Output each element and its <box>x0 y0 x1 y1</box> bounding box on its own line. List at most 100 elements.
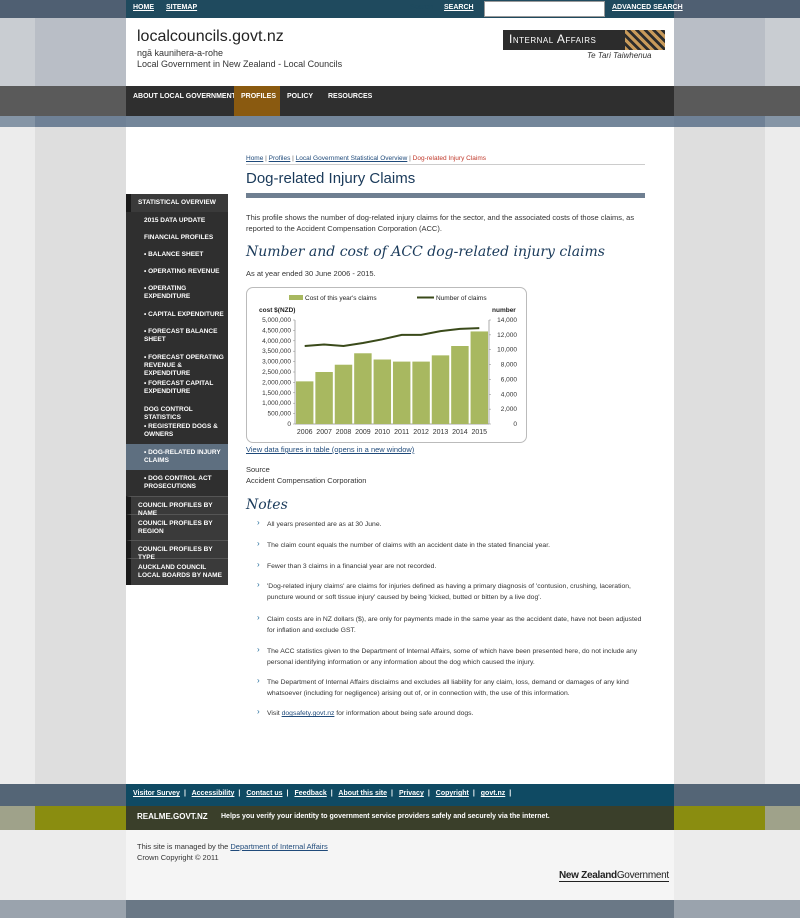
search-button[interactable]: SEARCH <box>444 4 474 11</box>
sidebar-item-profiles-by-type[interactable]: COUNCIL PROFILES BY TYPE <box>126 540 228 561</box>
y-tick-left: 4,000,000 <box>262 338 291 345</box>
bar-2011 <box>392 361 411 424</box>
footer-link-about[interactable]: About this site <box>338 790 387 797</box>
as-at-text: As at year ended 30 June 2006 - 2015. <box>246 269 376 278</box>
nav-about-local-government[interactable]: ABOUT LOCAL GOVERNMENT <box>126 86 243 116</box>
legend-label-number: Number of claims <box>436 295 487 302</box>
chevron-right-icon: › <box>257 560 260 569</box>
bar-2014 <box>451 346 469 424</box>
x-tick-label: 2012 <box>413 429 429 436</box>
y-tick-right: 6,000 <box>501 376 518 383</box>
managed-text: This site is managed by the <box>137 842 231 851</box>
nz-government-logo[interactable]: New ZealandGovernment <box>559 870 669 882</box>
footer-sep: | <box>330 790 333 797</box>
source-value: Accident Compensation Corporation <box>246 476 367 485</box>
y-tick-left: 0 <box>287 421 291 428</box>
breadcrumb-sep: | <box>265 155 267 162</box>
site-subtitle-maori: ngā kaunihera-a-rohe <box>137 48 224 58</box>
managed-by: This site is managed by the Department o… <box>137 842 328 851</box>
footer-link-visitor-survey[interactable]: Visitor Survey <box>133 790 180 797</box>
sitemap-link[interactable]: SITEMAP <box>166 4 197 11</box>
internal-affairs-logo[interactable]: Internal Affairs <box>503 30 665 50</box>
section-heading: Number and cost of ACC dog-related injur… <box>246 244 605 260</box>
footer-link-contact[interactable]: Contact us <box>246 790 282 797</box>
sidebar-item-dog-injury-claims[interactable]: • DOG-RELATED INJURY CLAIMS <box>126 444 228 470</box>
title-underline <box>246 193 645 198</box>
sidebar: STATISTICAL OVERVIEW 2015 DATA UPDATE FI… <box>126 194 228 585</box>
nav-profiles[interactable]: PROFILES <box>234 86 280 116</box>
chart-container: Cost of this year's claims Number of clai… <box>246 287 527 443</box>
y-tick-left: 3,500,000 <box>262 348 291 355</box>
footer-links: Visitor Survey | Accessibility | Contact u… <box>133 790 515 797</box>
sidebar-item-forecast-operating[interactable]: • FORECAST OPERATING REVENUE & EXPENDITU… <box>126 349 228 377</box>
realme-logo[interactable]: REALME.GOVT.NZ <box>137 812 208 821</box>
y-tick-right: 4,000 <box>501 391 518 398</box>
sidebar-item-capital-expenditure[interactable]: • CAPITAL EXPENDITURE <box>126 306 228 323</box>
sidebar-item-profiles-by-name[interactable]: COUNCIL PROFILES BY NAME <box>126 496 228 517</box>
view-data-table-link[interactable]: View data figures in table (opens in a n… <box>246 445 414 454</box>
y-tick-right: 14,000 <box>497 317 517 324</box>
footer-sep: | <box>509 790 512 797</box>
y-tick-left: 5,000,000 <box>262 317 291 324</box>
x-tick-label: 2015 <box>472 429 488 436</box>
site-title[interactable]: localcouncils.govt.nz <box>137 28 284 46</box>
sidebar-item-dog-prosecutions[interactable]: • DOG CONTROL ACT PROSECUTIONS <box>126 470 228 496</box>
chevron-right-icon: › <box>257 676 260 685</box>
breadcrumb-divider <box>246 164 645 165</box>
line-number-of-claims <box>304 327 480 348</box>
dogsafety-link[interactable]: dogsafety.govt.nz <box>282 710 335 717</box>
bar-2013 <box>431 355 450 424</box>
footer-link-privacy[interactable]: Privacy <box>399 790 424 797</box>
nzgov-text-b: Government <box>616 870 669 881</box>
logo-pattern-icon <box>625 30 665 50</box>
sidebar-item-2015-data-update[interactable]: 2015 DATA UPDATE <box>126 212 228 229</box>
note-item: All years presented are as at 30 June. <box>267 521 382 528</box>
y-tick-right: 12,000 <box>497 332 517 339</box>
breadcrumb-home[interactable]: Home <box>246 155 263 162</box>
legend-swatch-cost <box>289 295 303 300</box>
x-tick-label: 2010 <box>375 429 391 436</box>
breadcrumb-overview[interactable]: Local Government Statistical Overview <box>296 155 408 162</box>
y-tick-left: 1,500,000 <box>262 390 291 397</box>
page-title: Dog-related Injury Claims <box>246 170 416 187</box>
footer-bottom-band <box>0 900 800 918</box>
search-label: Search <box>410 4 434 11</box>
y-tick-left: 2,000,000 <box>262 379 291 386</box>
note-item: The Department of Internal Affairs discl… <box>267 679 629 697</box>
search-input[interactable] <box>484 1 605 17</box>
footer-sep: | <box>238 790 241 797</box>
copyright-text: Crown Copyright © 2011 <box>137 853 219 862</box>
footer-link-feedback[interactable]: Feedback <box>294 790 326 797</box>
x-tick-label: 2006 <box>297 429 313 436</box>
sidebar-item-operating-revenue[interactable]: • OPERATING REVENUE <box>126 263 228 280</box>
sidebar-item-statistical-overview[interactable]: STATISTICAL OVERVIEW <box>126 194 228 212</box>
x-tick-label: 2011 <box>394 429 409 436</box>
nav-resources[interactable]: RESOURCES <box>321 86 379 116</box>
home-link[interactable]: HOME <box>133 4 154 11</box>
sidebar-item-auckland-local-boards[interactable]: AUCKLAND COUNCIL LOCAL BOARDS BY NAME <box>126 558 228 585</box>
sidebar-item-forecast-balance-sheet[interactable]: • FORECAST BALANCE SHEET <box>126 323 228 349</box>
advanced-search-link[interactable]: ADVANCED SEARCH <box>612 4 683 11</box>
breadcrumb-sep: | <box>292 155 294 162</box>
footer-link-govt[interactable]: govt.nz <box>481 790 506 797</box>
bar-2010 <box>373 359 392 424</box>
sidebar-item-forecast-capital[interactable]: • FORECAST CAPITAL EXPENDITURE <box>126 375 228 401</box>
footer-sep: | <box>286 790 289 797</box>
footer-link-accessibility[interactable]: Accessibility <box>192 790 235 797</box>
sidebar-item-financial-profiles[interactable]: FINANCIAL PROFILES <box>126 229 228 246</box>
footer-sep: | <box>391 790 393 797</box>
nav-background <box>0 86 800 116</box>
footer-sep: | <box>472 790 475 797</box>
sidebar-item-dog-control-statistics[interactable]: DOG CONTROL STATISTICS <box>126 401 228 421</box>
source-label: Source <box>246 465 270 474</box>
sidebar-item-balance-sheet[interactable]: • BALANCE SHEET <box>126 246 228 263</box>
nav-policy[interactable]: POLICY <box>280 86 320 116</box>
logo-tagline: Te Tari Taiwhenua <box>587 51 652 60</box>
chevron-right-icon: › <box>257 580 260 589</box>
dia-link[interactable]: Department of Internal Affairs <box>230 842 327 851</box>
footer-link-copyright[interactable]: Copyright <box>436 790 469 797</box>
breadcrumb-profiles[interactable]: Profiles <box>269 155 291 162</box>
sidebar-item-operating-expenditure[interactable]: • OPERATING EXPENDITURE <box>126 280 228 306</box>
note-item: Fewer than 3 claims in a financial year … <box>267 563 437 570</box>
footer-background <box>0 830 800 900</box>
